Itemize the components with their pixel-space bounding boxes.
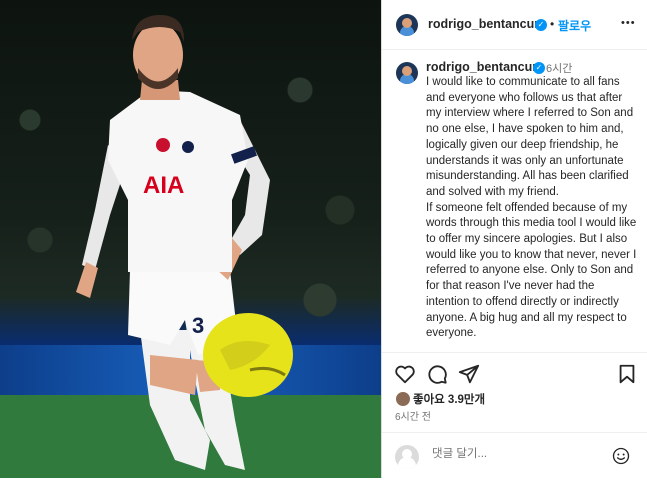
comment-icon[interactable] bbox=[426, 363, 448, 385]
heart-icon[interactable] bbox=[394, 363, 416, 385]
likes-count[interactable]: 좋아요 3.9만개 bbox=[413, 391, 485, 407]
caption-area: rodrigo_bentancur ✓ 6시간 I would like to … bbox=[382, 50, 647, 351]
emoji-icon[interactable] bbox=[612, 447, 630, 465]
more-options-icon[interactable]: ••• bbox=[621, 17, 636, 29]
post-actions: 좋아요 3.9만개 6시간 전 bbox=[382, 352, 647, 479]
post-time[interactable]: 6시간 전 bbox=[395, 408, 431, 423]
separator-dot: • bbox=[550, 17, 555, 31]
football bbox=[203, 313, 293, 397]
shirt-sponsor: AIA bbox=[143, 172, 184, 199]
player-figure: 3 AIA bbox=[76, 15, 270, 470]
author-avatar[interactable] bbox=[396, 14, 418, 36]
follow-button[interactable]: 팔로우 bbox=[558, 17, 591, 34]
caption-time[interactable]: 6시간 bbox=[546, 60, 572, 76]
post-photo[interactable]: 3 AIA bbox=[0, 0, 381, 478]
caption-author-username[interactable]: rodrigo_bentancur bbox=[426, 60, 537, 74]
caption-author-avatar[interactable] bbox=[396, 62, 418, 84]
verified-badge-icon: ✓ bbox=[535, 19, 547, 31]
share-icon[interactable] bbox=[458, 363, 480, 385]
post-header: rodrigo_bentancur ✓ • 팔로우 ••• bbox=[382, 0, 647, 50]
post-side-panel: rodrigo_bentancur ✓ • 팔로우 ••• rodrigo_be… bbox=[381, 0, 647, 478]
viewer-avatar bbox=[395, 445, 419, 469]
instagram-post-view: 3 AIA rodrigo_bentancur ✓ • 팔로우 ••• rodr… bbox=[0, 0, 647, 478]
comment-bar bbox=[382, 432, 647, 480]
comment-input[interactable] bbox=[430, 447, 614, 461]
caption-text: I would like to communicate to all fans … bbox=[426, 76, 637, 340]
author-username[interactable]: rodrigo_bentancur bbox=[428, 17, 539, 31]
liker-avatar[interactable] bbox=[395, 391, 411, 407]
caption-verified-badge-icon: ✓ bbox=[533, 62, 545, 74]
caption-fade bbox=[382, 336, 647, 351]
bookmark-icon[interactable] bbox=[616, 363, 638, 385]
